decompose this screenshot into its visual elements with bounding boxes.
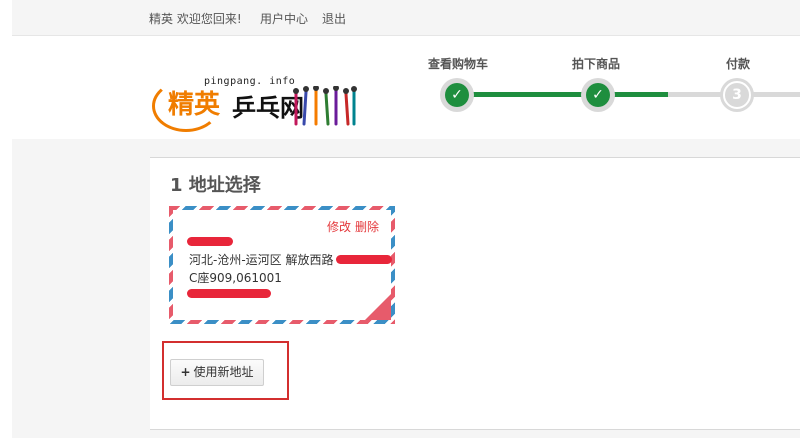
edit-address-link[interactable]: 修改 bbox=[327, 218, 351, 235]
redacted-name bbox=[187, 237, 233, 246]
plus-icon: + bbox=[180, 365, 191, 379]
section-title: 1 地址选择 bbox=[170, 175, 261, 196]
step-3-circle: 3 bbox=[720, 78, 754, 112]
selected-corner: ✓ bbox=[365, 294, 415, 320]
user-center-link[interactable]: 用户中心 bbox=[260, 10, 308, 27]
logo-people-icon bbox=[293, 86, 357, 126]
new-address-label: 使用新地址 bbox=[193, 365, 254, 379]
progress-bar-1 bbox=[458, 92, 598, 97]
address-line-2: C座909,061001 bbox=[189, 271, 282, 285]
site-logo[interactable]: pingpang. info 精英 乒乓网 bbox=[150, 76, 360, 136]
step-label-pay: 付款 bbox=[726, 57, 751, 71]
top-bar: 精英 欢迎您回来! 用户中心 退出 bbox=[12, 0, 800, 36]
checkout-progress: 查看购物车 拍下商品 付款 ✓ ✓ 3 bbox=[420, 52, 800, 112]
check-icon: ✓ bbox=[445, 83, 469, 107]
step-2-circle: ✓ bbox=[581, 78, 615, 112]
address-card-selected[interactable]: 修改 删除 河北-沧州-运河区 解放西路 C座909,061001 ✓ bbox=[169, 206, 415, 324]
step-1-circle: ✓ bbox=[440, 78, 474, 112]
redacted-phone bbox=[187, 289, 271, 298]
redacted-street bbox=[336, 255, 392, 264]
check-icon: ✓ bbox=[586, 83, 610, 107]
address-line-1: 河北-沧州-运河区 解放西路 bbox=[189, 253, 334, 267]
logo-name-part1: 精英 bbox=[168, 90, 221, 120]
new-address-button[interactable]: + 使用新地址 bbox=[170, 359, 264, 386]
step-label-order: 拍下商品 bbox=[572, 57, 621, 71]
step-label-cart: 查看购物车 bbox=[428, 57, 489, 71]
logout-link[interactable]: 退出 bbox=[322, 10, 346, 27]
welcome-text: 精英 欢迎您回来! bbox=[149, 12, 242, 26]
delete-address-link[interactable]: 删除 bbox=[355, 218, 379, 235]
check-icon: ✓ bbox=[404, 305, 415, 319]
step-3-number: 3 bbox=[723, 81, 751, 109]
